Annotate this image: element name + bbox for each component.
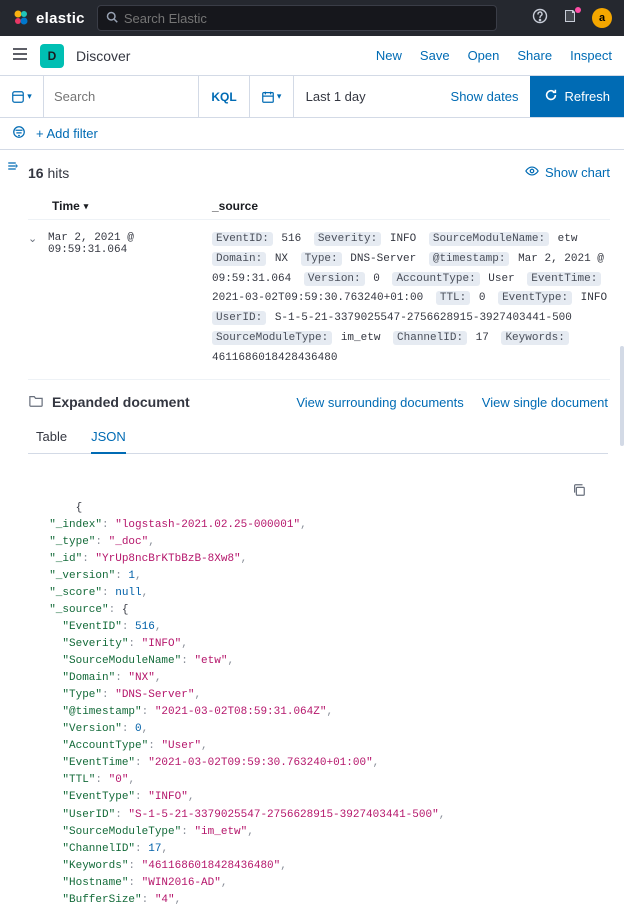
app-badge[interactable]: D	[40, 44, 64, 68]
expanded-header: Expanded document View surrounding docum…	[28, 394, 608, 411]
copy-icon[interactable]	[488, 462, 586, 528]
scrollbar[interactable]	[620, 346, 624, 446]
menu-icon[interactable]	[12, 45, 28, 66]
brand-text: elastic	[36, 10, 85, 27]
calendar-button[interactable]: ▾	[250, 76, 294, 117]
action-inspect[interactable]: Inspect	[570, 48, 612, 63]
refresh-button[interactable]: Refresh	[530, 76, 624, 117]
notification-dot-icon	[575, 7, 581, 13]
chevron-down-icon: ▾	[277, 91, 282, 102]
doc-area: 16 hits Show chart Time ▾ _source ⌄ Mar …	[0, 150, 624, 921]
filter-options-icon[interactable]	[12, 125, 26, 142]
sort-desc-icon: ▾	[84, 201, 89, 212]
filter-bar: + Add filter	[0, 118, 624, 150]
row-source: EventID: 516 Severity: INFO SourceModule…	[212, 230, 608, 369]
expanded-panel: Expanded document View surrounding docum…	[28, 380, 610, 921]
search-icon	[106, 11, 118, 26]
hits-row: 16 hits Show chart	[28, 160, 610, 193]
view-single-link[interactable]: View single document	[482, 395, 608, 410]
view-surrounding-link[interactable]: View surrounding documents	[296, 395, 463, 410]
action-share[interactable]: Share	[517, 48, 552, 63]
chevron-down-icon: ▾	[27, 91, 32, 102]
query-input-wrapper[interactable]	[44, 76, 199, 117]
tab-table[interactable]: Table	[36, 429, 67, 453]
add-filter-link[interactable]: + Add filter	[36, 126, 98, 141]
news-icon[interactable]	[562, 8, 578, 28]
brand-logo[interactable]: elastic	[12, 9, 85, 27]
app-actions: New Save Open Share Inspect	[376, 48, 612, 63]
th-time[interactable]: Time ▾	[52, 199, 212, 213]
hits-count: 16 hits	[28, 165, 69, 181]
collapse-icon[interactable]: ⌄	[28, 230, 48, 369]
avatar[interactable]: a	[592, 8, 612, 28]
query-bar: ▾ KQL ▾ Last 1 day Show dates Refresh	[0, 76, 624, 118]
app-bar: D Discover New Save Open Share Inspect	[0, 36, 624, 76]
row-time: Mar 2, 2021 @ 09:59:31.064	[48, 230, 212, 369]
table-row: ⌄ Mar 2, 2021 @ 09:59:31.064 EventID: 51…	[28, 220, 610, 380]
global-nav: elastic a	[0, 0, 624, 36]
sidebar-toggle[interactable]	[0, 150, 24, 921]
folder-open-icon	[28, 394, 44, 411]
query-input[interactable]	[54, 89, 188, 104]
eye-icon	[525, 164, 539, 181]
table-header: Time ▾ _source	[28, 193, 610, 220]
help-icon[interactable]	[532, 8, 548, 28]
doc-content: 16 hits Show chart Time ▾ _source ⌄ Mar …	[24, 150, 624, 921]
expanded-links: View surrounding documents View single d…	[296, 395, 608, 410]
app-title: Discover	[76, 48, 130, 64]
date-range[interactable]: Last 1 day	[294, 76, 439, 117]
saved-query-button[interactable]: ▾	[0, 76, 44, 117]
top-icons: a	[532, 8, 612, 28]
json-view: { "_index": "logstash-2021.02.25-000001"…	[28, 454, 608, 921]
expanded-title: Expanded document	[52, 394, 288, 410]
kql-toggle[interactable]: KQL	[199, 76, 249, 117]
elastic-logo-icon	[12, 9, 30, 27]
th-source[interactable]: _source	[212, 199, 610, 213]
show-chart-link[interactable]: Show chart	[525, 164, 610, 181]
doc-tabs: Table JSON	[28, 411, 608, 454]
refresh-icon	[544, 88, 558, 105]
action-save[interactable]: Save	[420, 48, 450, 63]
action-open[interactable]: Open	[468, 48, 500, 63]
global-search[interactable]	[97, 5, 497, 31]
global-search-input[interactable]	[124, 11, 488, 26]
tab-json[interactable]: JSON	[91, 429, 126, 454]
show-dates-link[interactable]: Show dates	[439, 76, 531, 117]
refresh-label: Refresh	[564, 89, 610, 104]
action-new[interactable]: New	[376, 48, 402, 63]
